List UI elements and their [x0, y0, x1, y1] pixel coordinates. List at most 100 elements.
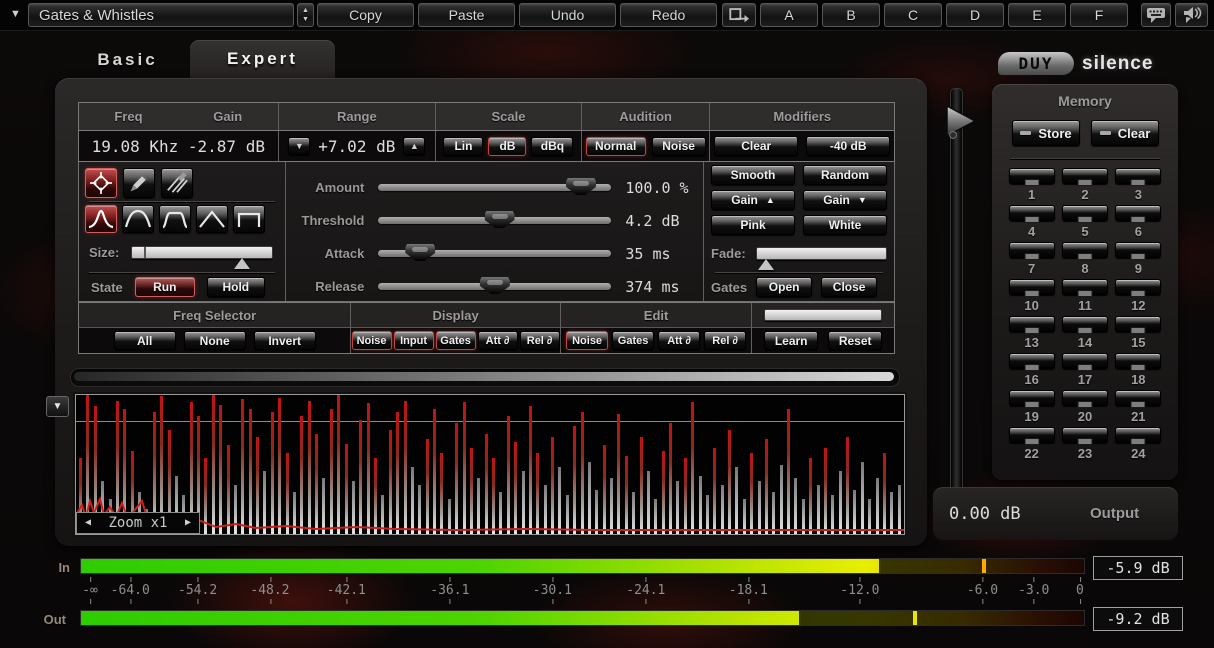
spectrum-scrollbar-thumb[interactable]: [74, 372, 894, 381]
zoom-next-icon[interactable]: ▶: [185, 518, 191, 528]
tool-multi-pencil-button[interactable]: [161, 168, 193, 198]
edit-noise-button[interactable]: Noise: [566, 331, 608, 350]
display-noise-button[interactable]: Noise: [352, 331, 392, 350]
memory-slot-button[interactable]: [1009, 168, 1055, 184]
audition-noise-button[interactable]: Noise: [652, 137, 706, 156]
memory-slot-button[interactable]: [1115, 168, 1161, 184]
memory-slot-button[interactable]: [1062, 353, 1108, 369]
attack-slider-thumb[interactable]: [405, 244, 435, 261]
preset-selector[interactable]: Gates & Whistles: [28, 3, 294, 27]
freq-invert-button[interactable]: Invert: [254, 331, 316, 350]
memory-slot-button[interactable]: [1115, 353, 1161, 369]
preset-dropdown-icon[interactable]: ▼: [10, 9, 21, 20]
slot-a-button[interactable]: A: [760, 3, 818, 27]
memory-slot-button[interactable]: [1115, 390, 1161, 406]
tab-basic[interactable]: Basic: [70, 46, 185, 74]
modifier-gain-down-button[interactable]: Gain▼: [803, 190, 887, 210]
stepper-up-icon[interactable]: ▲: [302, 7, 309, 14]
memory-slot-button[interactable]: [1009, 242, 1055, 258]
modifier-white-button[interactable]: White: [803, 215, 887, 235]
memory-slot-button[interactable]: [1115, 316, 1161, 332]
stepper-down-icon[interactable]: ▼: [302, 16, 309, 23]
modifier-pink-button[interactable]: Pink: [711, 215, 795, 235]
memory-slot-button[interactable]: [1115, 242, 1161, 258]
threshold-slider[interactable]: [378, 217, 611, 224]
zoom-control[interactable]: ◀ Zoom x1 ▶: [76, 512, 200, 534]
edit-att-button[interactable]: Att ∂: [658, 331, 700, 350]
output-fader-handle[interactable]: [944, 104, 978, 142]
memory-slot-button[interactable]: [1115, 427, 1161, 443]
gates-open-button[interactable]: Open: [756, 277, 812, 297]
paste-button[interactable]: Paste: [418, 3, 515, 27]
scale-dbq-button[interactable]: dBq: [531, 137, 573, 156]
output-fader-track[interactable]: [950, 88, 963, 506]
size-slider-thumb[interactable]: [234, 258, 250, 269]
memory-slot-button[interactable]: [1009, 316, 1055, 332]
curve-triangle-button[interactable]: [196, 205, 228, 233]
copy-button[interactable]: Copy: [317, 3, 414, 27]
slot-f-button[interactable]: F: [1070, 3, 1128, 27]
freq-all-button[interactable]: All: [114, 331, 176, 350]
memory-slot-button[interactable]: [1062, 279, 1108, 295]
gates-close-button[interactable]: Close: [821, 277, 877, 297]
display-rel-button[interactable]: Rel ∂: [520, 331, 560, 350]
attack-slider[interactable]: [378, 250, 611, 257]
keyboard-help-button[interactable]: [1141, 3, 1171, 27]
edit-gates-button[interactable]: Gates: [612, 331, 654, 350]
release-slider-thumb[interactable]: [480, 277, 510, 294]
memory-slot-button[interactable]: [1009, 353, 1055, 369]
slot-e-button[interactable]: E: [1008, 3, 1066, 27]
release-slider[interactable]: [378, 283, 611, 290]
undo-button[interactable]: Undo: [519, 3, 616, 27]
memory-slot-button[interactable]: [1062, 316, 1108, 332]
amount-slider-thumb[interactable]: [566, 178, 596, 195]
amount-slider[interactable]: [378, 184, 611, 191]
insert-preset-button[interactable]: [722, 3, 756, 27]
range-up-button[interactable]: ▲: [403, 137, 425, 155]
slot-d-button[interactable]: D: [946, 3, 1004, 27]
memory-slot-button[interactable]: [1115, 205, 1161, 221]
reset-button[interactable]: Reset: [828, 331, 882, 350]
modifier-smooth-button[interactable]: Smooth: [711, 165, 795, 185]
modifier-random-button[interactable]: Random: [803, 165, 887, 185]
redo-button[interactable]: Redo: [620, 3, 717, 27]
memory-slot-button[interactable]: [1062, 242, 1108, 258]
threshold-slider-thumb[interactable]: [485, 211, 515, 228]
memory-slot-button[interactable]: [1062, 205, 1108, 221]
range-down-button[interactable]: ▼: [288, 137, 310, 155]
modifier-gain-up-button[interactable]: Gain▲: [711, 190, 795, 210]
audio-help-button[interactable]: [1175, 3, 1208, 27]
spectrum-scrollbar[interactable]: [70, 368, 900, 387]
curve-narrow-bell-button[interactable]: [85, 205, 117, 233]
fade-slider-thumb[interactable]: [758, 259, 774, 270]
memory-slot-button[interactable]: [1009, 279, 1055, 295]
fade-slider[interactable]: [756, 247, 887, 260]
freq-none-button[interactable]: None: [184, 331, 246, 350]
preset-stepper[interactable]: ▲ ▼: [297, 3, 314, 27]
memory-slot-button[interactable]: [1062, 390, 1108, 406]
scale-lin-button[interactable]: Lin: [443, 137, 483, 156]
display-gates-button[interactable]: Gates: [436, 331, 476, 350]
memory-slot-button[interactable]: [1062, 168, 1108, 184]
slot-c-button[interactable]: C: [884, 3, 942, 27]
size-slider[interactable]: [131, 246, 273, 259]
memory-clear-button[interactable]: Clear: [1091, 120, 1159, 146]
spectrum-display[interactable]: ◀ Zoom x1 ▶: [75, 394, 905, 535]
memory-slot-button[interactable]: [1115, 279, 1161, 295]
edit-rel-button[interactable]: Rel ∂: [704, 331, 746, 350]
state-hold-button[interactable]: Hold: [207, 277, 265, 297]
memory-slot-button[interactable]: [1062, 427, 1108, 443]
curve-flat-top-button[interactable]: [159, 205, 191, 233]
state-run-button[interactable]: Run: [135, 277, 195, 297]
memory-slot-button[interactable]: [1009, 390, 1055, 406]
tool-pencil-button[interactable]: [123, 168, 155, 198]
display-input-button[interactable]: Input: [394, 331, 434, 350]
modifier-clear-button[interactable]: Clear: [714, 136, 798, 156]
tab-expert[interactable]: Expert: [190, 40, 335, 78]
memory-store-button[interactable]: Store: [1012, 120, 1080, 146]
slot-b-button[interactable]: B: [822, 3, 880, 27]
audition-normal-button[interactable]: Normal: [586, 137, 646, 156]
memory-slot-button[interactable]: [1009, 205, 1055, 221]
modifier-minus40-button[interactable]: -40 dB: [806, 136, 890, 156]
memory-slot-button[interactable]: [1009, 427, 1055, 443]
